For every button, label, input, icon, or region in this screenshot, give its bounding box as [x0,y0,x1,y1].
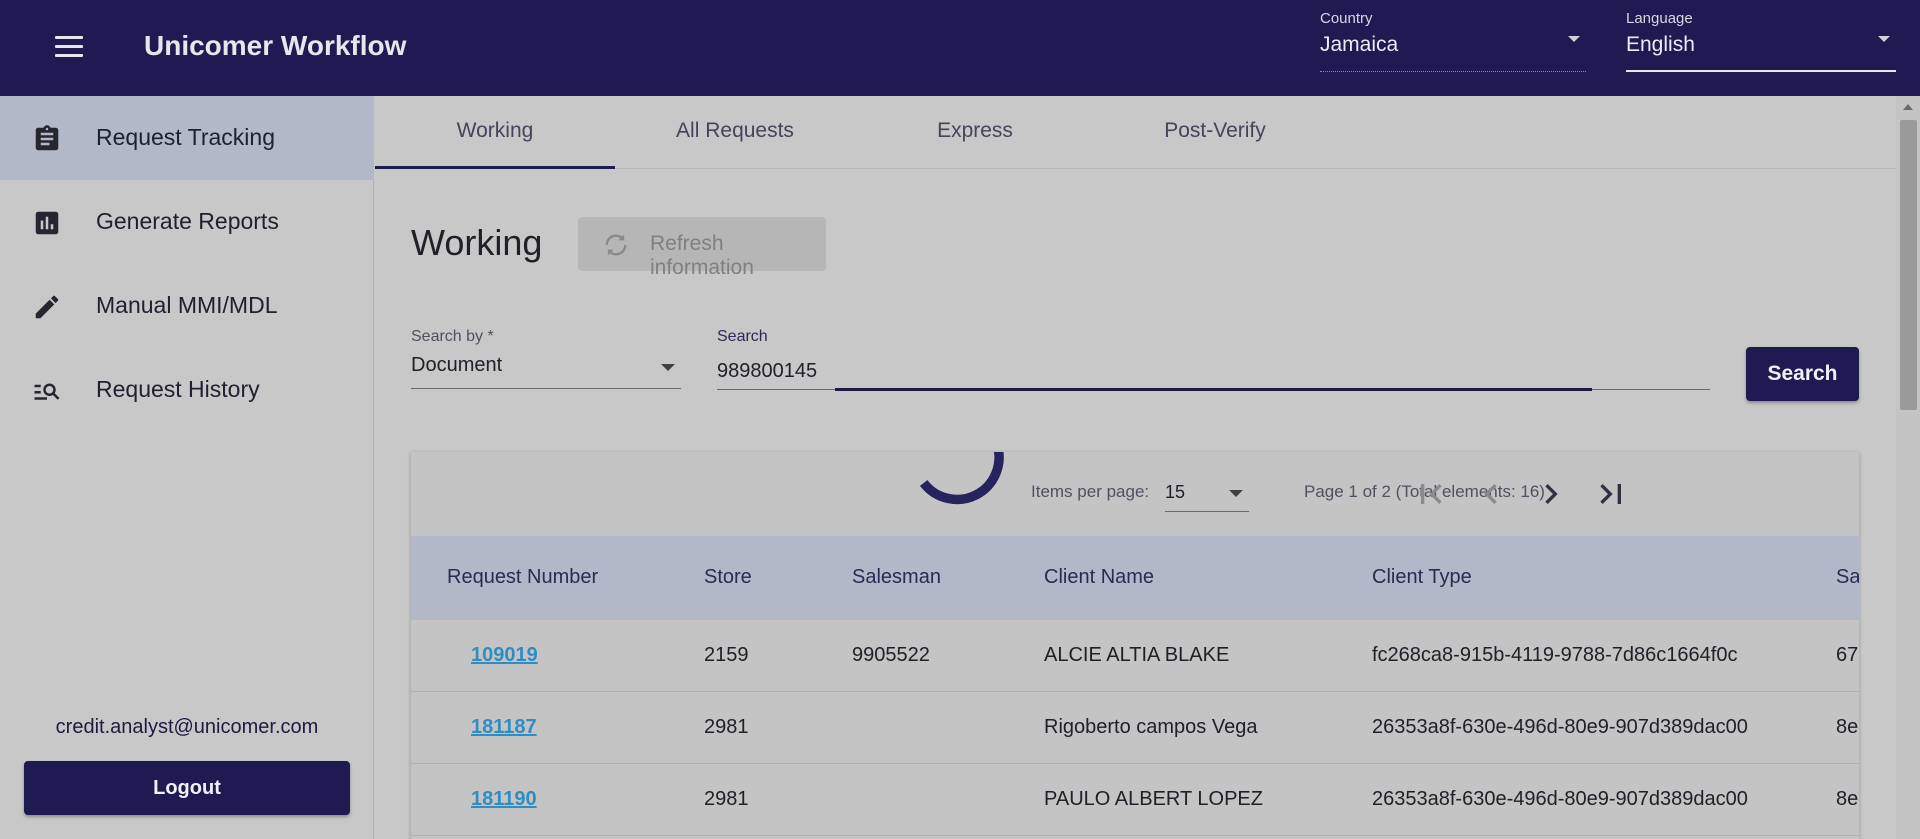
sidebar-item-label: Manual MMI/MDL [96,292,278,318]
sidebar: Request Tracking Generate Reports Manual… [0,96,374,839]
refresh-icon [605,234,627,256]
last-page-icon[interactable] [1591,474,1631,514]
items-per-page-label: Items per page: [1031,482,1150,501]
search-by-label: Search by * [411,328,494,345]
tab-bar: Working All Requests Express Post-Verify [375,96,1896,169]
page-scrollbar[interactable] [1896,96,1920,839]
sidebar-item-manual-mmi-mdl[interactable]: Manual MMI/MDL [0,264,374,348]
refresh-button[interactable]: Refresh information [578,217,826,279]
loading-spinner-icon [919,452,1004,505]
main-content: Working All Requests Express Post-Verify… [375,96,1896,839]
client-type-cell: 26353a8f-630e-496d-80e9-907d389dac00 [1372,788,1748,810]
table-header: Request Number Store Salesman Client Nam… [411,536,1859,620]
scroll-up-icon[interactable] [1903,104,1913,110]
first-page-icon[interactable] [1411,474,1451,514]
sidebar-item-label: Request Tracking [96,124,275,150]
clipboard-icon [35,125,59,151]
language-label: Language [1626,10,1693,27]
search-label: Search [717,328,768,345]
top-app-bar: Unicomer Workflow Country Jamaica Langua… [0,0,1920,96]
app-title: Unicomer Workflow [144,30,407,61]
search-by-select[interactable]: Document [411,354,681,389]
next-page-icon[interactable] [1531,474,1571,514]
client-name-cell: ALCIE ALTIA BLAKE [1044,644,1230,666]
refresh-label: Refresh information [650,232,754,279]
user-email: credit.analyst@unicomer.com [55,716,319,738]
column-header-salesman[interactable]: Salesman [852,566,941,589]
tab-express[interactable]: Express [855,96,1095,169]
sidebar-item-request-tracking[interactable]: Request Tracking [0,96,374,180]
list-search-icon [34,383,60,400]
column-header-client-type[interactable]: Client Type [1372,566,1472,589]
chevron-down-icon [1568,36,1580,42]
column-header-sa[interactable]: Sa [1836,566,1859,589]
client-name-cell: Rigoberto campos Vega [1044,716,1258,738]
column-header-request-number[interactable]: Request Number [447,566,598,589]
logout-button[interactable]: Logout [24,761,350,815]
chevron-down-icon [1229,490,1243,497]
page-title: Working [411,222,543,263]
column-header-store[interactable]: Store [704,566,752,589]
table-row: 181190 2981 PAULO ALBERT LOPEZ 26353a8f-… [411,764,1859,836]
column-header-client-name[interactable]: Client Name [1044,566,1154,589]
language-select[interactable]: Language English [1626,10,1896,72]
sidebar-item-label: Request History [96,376,260,402]
sidebar-item-label: Generate Reports [96,208,279,234]
sa-cell: 8e [1836,788,1859,810]
input-focus-indicator [835,388,1592,391]
bar-chart-icon [35,211,59,235]
sa-cell: 67 [1836,644,1859,666]
store-cell: 2159 [704,644,749,666]
sa-cell: 8e [1836,716,1859,738]
items-per-page-select[interactable]: 15 [1165,476,1249,512]
store-cell: 2981 [704,788,749,810]
chevron-down-icon [661,364,675,371]
tab-all-requests[interactable]: All Requests [615,96,855,169]
request-number-link[interactable]: 109019 [471,644,538,667]
table-row: 109019 2159 9905522 ALCIE ALTIA BLAKE fc… [411,620,1859,692]
country-value: Jamaica [1320,33,1399,56]
store-cell: 2981 [704,716,749,738]
pencil-icon [35,295,59,319]
search-input[interactable] [717,354,1710,390]
salesman-cell: 9905522 [852,644,930,666]
sidebar-item-request-history[interactable]: Request History [0,348,374,432]
language-value: English [1626,33,1695,56]
tab-working[interactable]: Working [375,96,615,169]
table-row: 181187 2981 Rigoberto campos Vega 26353a… [411,692,1859,764]
client-type-cell: fc268ca8-915b-4119-9788-7d86c1664f0c [1372,644,1738,666]
sidebar-item-generate-reports[interactable]: Generate Reports [0,180,374,264]
menu-icon[interactable] [55,36,83,58]
search-by-value: Document [411,354,503,376]
client-type-cell: 26353a8f-630e-496d-80e9-907d389dac00 [1372,716,1748,738]
request-number-link[interactable]: 181190 [471,788,537,811]
previous-page-icon[interactable] [1471,474,1511,514]
results-table-card: Items per page: 15 Page 1 of 2 (Total el… [411,452,1859,839]
items-per-page-value: 15 [1165,482,1186,502]
search-button[interactable]: Search [1746,347,1859,401]
scrollbar-thumb[interactable] [1900,120,1917,410]
tab-post-verify[interactable]: Post-Verify [1095,96,1335,169]
request-number-link[interactable]: 181187 [471,716,537,739]
country-select[interactable]: Country Jamaica [1320,10,1586,72]
client-name-cell: PAULO ALBERT LOPEZ [1044,788,1263,810]
country-label: Country [1320,10,1373,27]
chevron-down-icon [1878,36,1890,42]
